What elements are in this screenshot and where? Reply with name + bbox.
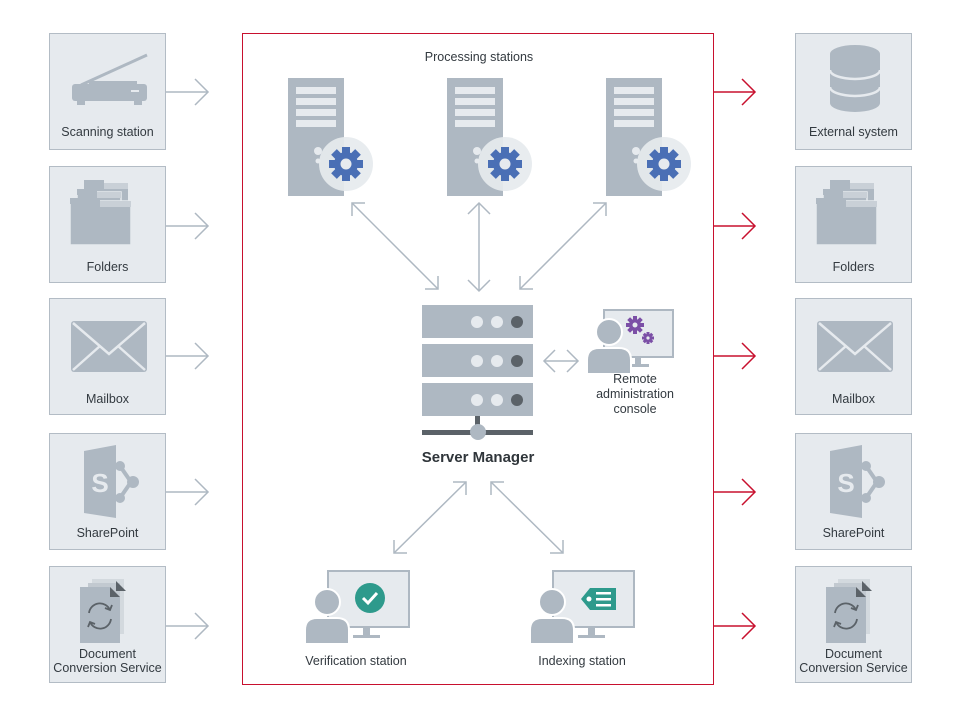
- arrow-server-to-station-2: [467, 201, 491, 293]
- gear-icon: [626, 316, 644, 334]
- input-arrow: [166, 342, 210, 370]
- remote-console-icon: [586, 309, 674, 375]
- input-arrow: [166, 78, 210, 106]
- arrow-server-to-indexing: [490, 481, 564, 554]
- checkmark-badge: [355, 583, 385, 613]
- processing-station-3: [606, 78, 691, 196]
- processing-station-2: [447, 78, 532, 196]
- indexing-station-icon: [529, 570, 635, 643]
- processing-station-1: [288, 78, 373, 196]
- arrow-server-to-station-3: [519, 202, 607, 290]
- verification-station-label: Verification station: [305, 654, 407, 668]
- output-arrow: [714, 212, 757, 240]
- input-arrows: [166, 78, 210, 640]
- arrow-server-to-verification: [393, 481, 467, 554]
- indexing-station-label: Indexing station: [538, 654, 626, 668]
- remote-console-label-2: administration: [596, 387, 674, 401]
- gear-small-icon: [642, 332, 654, 344]
- arrow-server-to-console: [542, 349, 580, 373]
- output-arrow: [714, 342, 757, 370]
- input-arrow: [166, 612, 210, 640]
- processing-stations-label: Processing stations: [424, 50, 534, 64]
- output-arrow: [714, 612, 757, 640]
- output-arrow: [714, 78, 757, 106]
- arrow-server-to-station-1: [351, 202, 439, 290]
- remote-console-label-1: Remote: [613, 372, 657, 386]
- server-manager-icon: [422, 305, 533, 440]
- input-arrow: [166, 478, 210, 506]
- input-arrow: [166, 212, 210, 240]
- verification-station-icon: [304, 570, 410, 643]
- output-arrow: [714, 478, 757, 506]
- remote-console-label-3: console: [613, 402, 657, 416]
- output-arrows: [714, 78, 757, 640]
- server-manager-title: Server Manager: [421, 449, 535, 466]
